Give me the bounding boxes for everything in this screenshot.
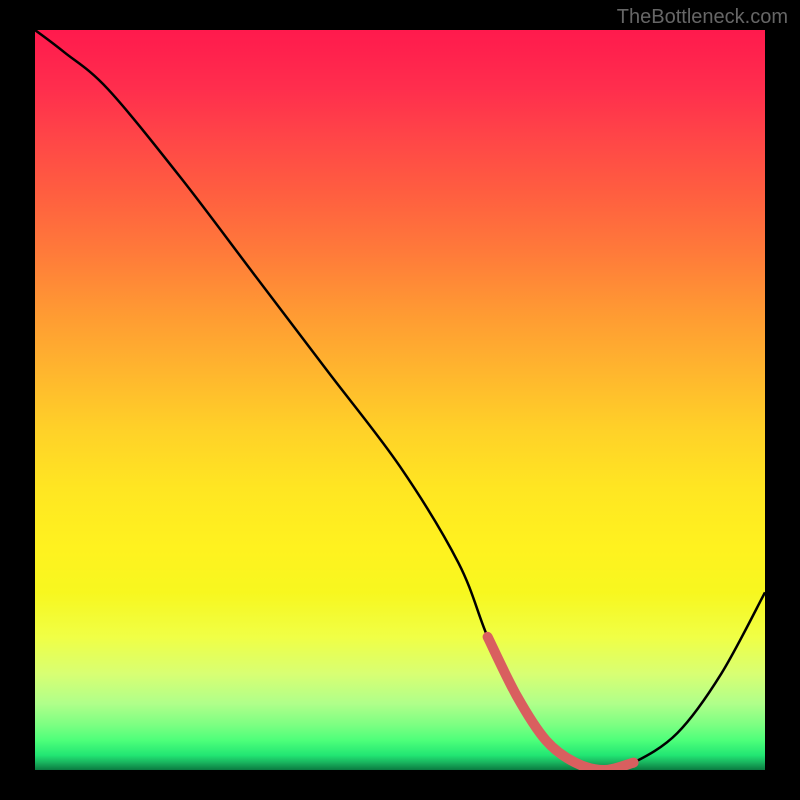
chart-container: TheBottleneck.com (0, 0, 800, 800)
curve-svg (35, 30, 765, 770)
watermark-text: TheBottleneck.com (617, 6, 788, 29)
plot-area (35, 30, 765, 770)
bottleneck-curve-line (35, 30, 765, 770)
highlight-segment (488, 637, 634, 770)
